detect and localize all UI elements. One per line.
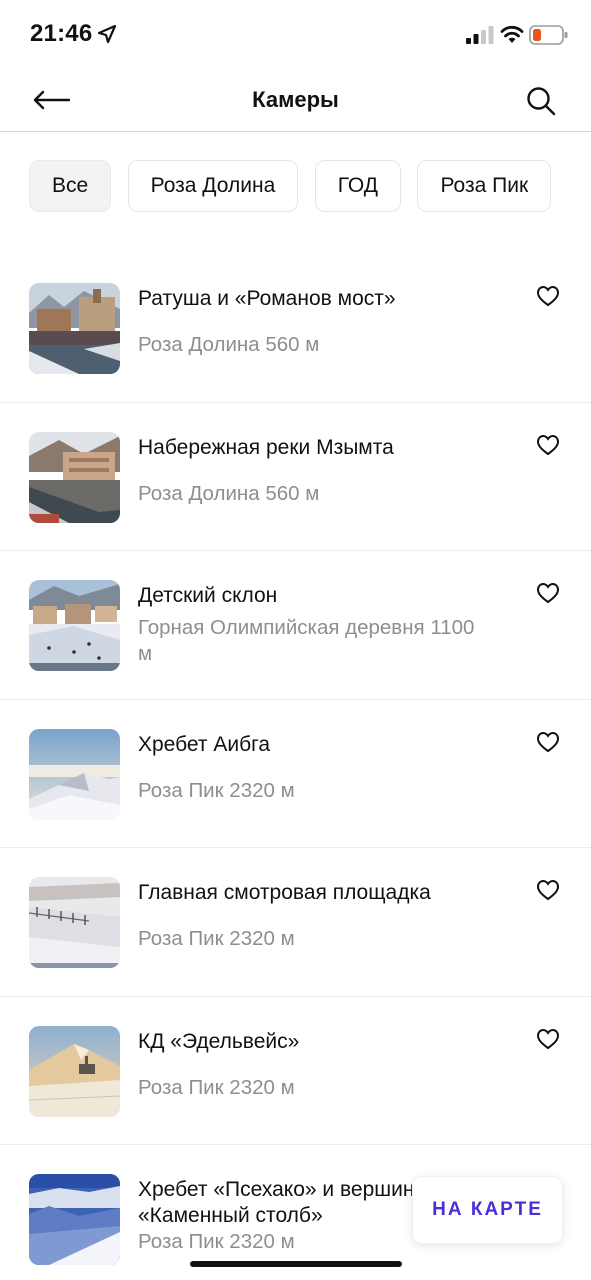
- show-on-map-button[interactable]: НА КАРТЕ: [412, 1176, 563, 1244]
- battery-icon: [529, 25, 568, 45]
- search-icon: [527, 87, 556, 116]
- camera-thumbnail: [29, 728, 120, 820]
- status-bar: 21:46: [0, 0, 591, 70]
- filter-chip-roza-dolina[interactable]: Роза Долина: [127, 160, 299, 212]
- camera-thumbnail: [29, 431, 120, 523]
- camera-title: Детский склон: [138, 584, 278, 607]
- camera-row[interactable]: Хребет Аибга Роза Пик 2320 м: [0, 700, 591, 848]
- camera-title: КД «Эдельвейс»: [138, 1029, 300, 1053]
- status-time: 21:46: [30, 20, 93, 47]
- page-title: Камеры: [252, 87, 339, 112]
- camera-thumbnail: [29, 1025, 120, 1117]
- camera-row[interactable]: Детский склон Горная Олимпийская деревня…: [0, 551, 591, 700]
- camera-thumbnail: [29, 1174, 120, 1265]
- heart-icon[interactable]: [536, 581, 560, 605]
- heart-icon[interactable]: [536, 433, 560, 457]
- heart-icon[interactable]: [536, 878, 560, 902]
- camera-location: Роза Пик 2320 м: [138, 1075, 295, 1099]
- camera-title: Ратуша и «Романов мост»: [138, 287, 396, 310]
- signal-icon: [466, 26, 494, 44]
- heart-icon[interactable]: [536, 284, 560, 308]
- camera-thumbnail: [29, 283, 120, 374]
- camera-title: Главная смотровая площадка: [138, 881, 431, 904]
- camera-title: Набережная реки Мзымта: [138, 435, 394, 459]
- filter-chip-roza-pik[interactable]: Роза Пик: [417, 160, 552, 212]
- camera-row[interactable]: Набережная реки Мзымта Роза Долина 560 м: [0, 403, 591, 551]
- filter-chips: Все Роза Долина ГОД Роза Пик: [29, 160, 591, 212]
- camera-row[interactable]: Ратуша и «Романов мост» Роза Долина 560 …: [0, 254, 591, 403]
- search-button[interactable]: [522, 82, 560, 120]
- filter-chip-god[interactable]: ГОД: [314, 160, 401, 212]
- location-arrow-icon: [97, 24, 117, 44]
- camera-location: Горная Олимпийская деревня 1100 м: [138, 616, 475, 665]
- camera-location: Роза Пик 2320 м: [138, 927, 295, 950]
- camera-row[interactable]: КД «Эдельвейс» Роза Пик 2320 м: [0, 997, 591, 1145]
- heart-icon[interactable]: [536, 1027, 560, 1051]
- camera-location: Роза Долина 560 м: [138, 481, 320, 505]
- camera-list: Ратуша и «Романов мост» Роза Долина 560 …: [0, 254, 591, 1280]
- camera-title: Хребет Аибга: [138, 732, 270, 756]
- camera-location: Роза Пик 2320 м: [138, 778, 295, 802]
- home-indicator: [190, 1261, 402, 1267]
- filter-chip-all[interactable]: Все: [29, 160, 112, 212]
- wifi-icon: [500, 25, 524, 43]
- camera-thumbnail: [29, 580, 120, 671]
- camera-thumbnail: [29, 877, 120, 968]
- camera-location: Роза Долина 560 м: [138, 333, 320, 356]
- camera-row[interactable]: Главная смотровая площадка Роза Пик 2320…: [0, 848, 591, 997]
- heart-icon[interactable]: [536, 730, 560, 754]
- nav-bar: Камеры: [0, 70, 591, 132]
